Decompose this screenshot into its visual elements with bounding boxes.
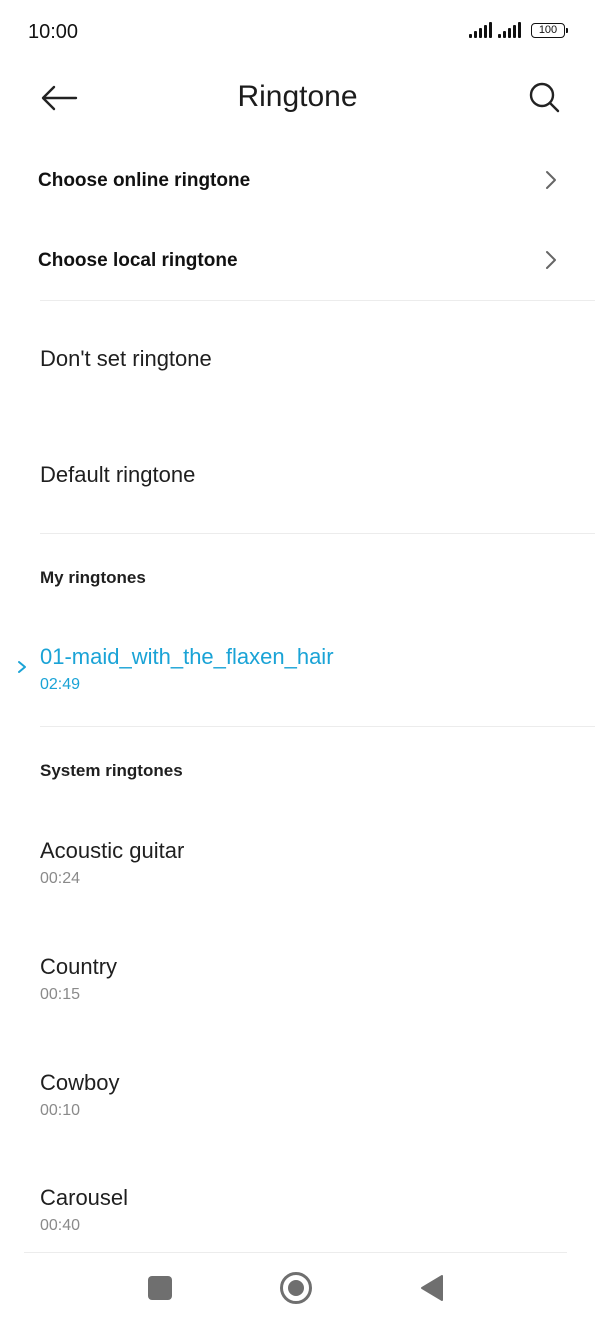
search-icon — [529, 82, 560, 113]
ringtone-duration: 00:15 — [40, 986, 81, 1003]
system-ringtones-header: System ringtones — [40, 761, 183, 780]
ringtone-duration: 02:49 — [40, 676, 81, 693]
ringtone-item-cowboy[interactable]: Cowboy 00:10 — [0, 1058, 595, 1142]
dont-set-ringtone-option[interactable]: Don't set ringtone — [0, 322, 595, 402]
divider — [40, 300, 595, 301]
signal-icon — [498, 22, 521, 38]
signal-icon — [469, 22, 492, 38]
ringtone-item-acoustic-guitar[interactable]: Acoustic guitar 00:24 — [0, 826, 595, 910]
battery-icon: 100 — [531, 23, 568, 38]
ringtone-name: Country — [40, 954, 118, 979]
recents-icon[interactable] — [148, 1276, 172, 1300]
chevron-right-icon — [546, 171, 556, 189]
ringtone-duration: 00:40 — [40, 1217, 81, 1234]
dont-set-ringtone-label: Don't set ringtone — [40, 346, 212, 371]
chevron-right-icon — [546, 251, 556, 269]
default-ringtone-label: Default ringtone — [40, 462, 196, 487]
my-ringtones-header: My ringtones — [40, 568, 146, 587]
choose-local-ringtone-row[interactable]: Choose local ringtone — [0, 228, 595, 294]
status-icons: 100 — [469, 22, 568, 38]
system-nav-bar — [0, 1252, 595, 1324]
page-title: Ringtone — [237, 80, 358, 113]
choose-local-ringtone-label: Choose local ringtone — [38, 250, 238, 271]
ringtone-duration: 00:10 — [40, 1102, 81, 1119]
ringtone-name: Carousel — [40, 1185, 129, 1210]
ringtone-item-country[interactable]: Country 00:15 — [0, 942, 595, 1026]
status-bar: 10:00 100 — [0, 0, 595, 66]
app-header: Ringtone — [0, 66, 595, 130]
divider — [40, 726, 595, 727]
back-icon[interactable] — [420, 1274, 444, 1302]
home-icon[interactable] — [280, 1272, 312, 1304]
ringtone-name: 01-maid_with_the_flaxen_hair — [40, 644, 334, 669]
default-ringtone-option[interactable]: Default ringtone — [0, 438, 595, 518]
ringtone-duration: 00:24 — [40, 870, 81, 887]
selected-chevron-icon — [18, 661, 26, 673]
status-time: 10:00 — [28, 21, 79, 43]
ringtone-item-carousel[interactable]: Carousel 00:40 — [0, 1173, 595, 1257]
choose-online-ringtone-row[interactable]: Choose online ringtone — [0, 148, 595, 214]
divider — [40, 533, 595, 534]
ringtone-name: Cowboy — [40, 1070, 120, 1095]
ringtone-item-selected[interactable]: 01-maid_with_the_flaxen_hair 02:49 — [0, 632, 595, 716]
choose-online-ringtone-label: Choose online ringtone — [38, 170, 251, 191]
nav-divider — [24, 1252, 567, 1253]
ringtone-name: Acoustic guitar — [40, 838, 185, 863]
search-button[interactable] — [523, 76, 567, 120]
